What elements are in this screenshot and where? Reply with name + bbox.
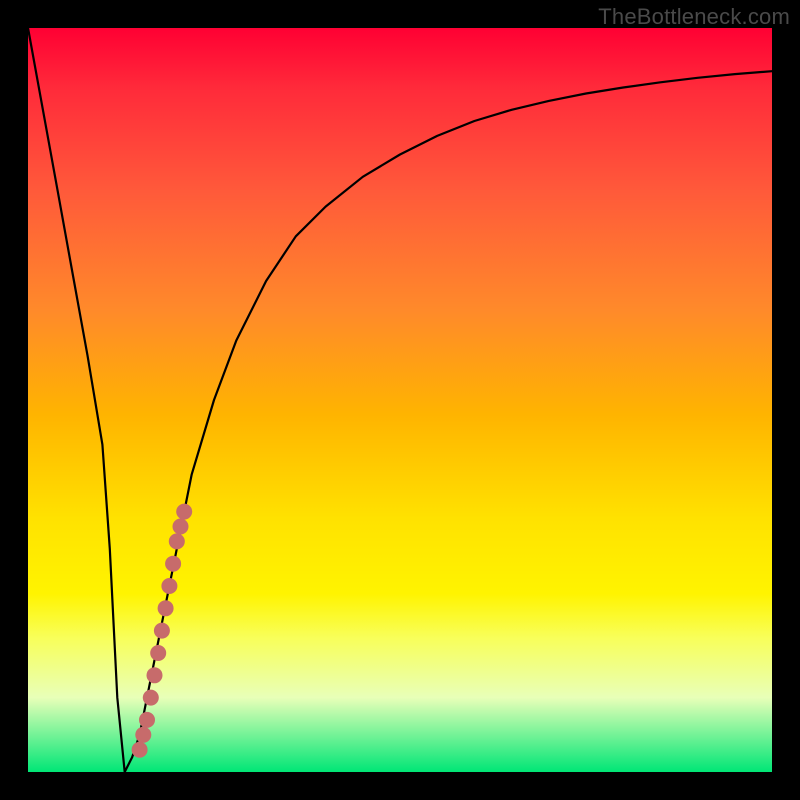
highlight-marker [173, 519, 189, 535]
highlight-marker [143, 690, 159, 706]
highlight-marker [150, 645, 166, 661]
highlight-marker-series [132, 504, 193, 758]
highlight-marker [169, 533, 185, 549]
bottleneck-curve [28, 28, 772, 772]
highlight-marker [161, 578, 177, 594]
highlight-marker [132, 742, 148, 758]
highlight-marker [165, 556, 181, 572]
plot-area [28, 28, 772, 772]
chart-svg [28, 28, 772, 772]
highlight-marker [147, 667, 163, 683]
chart-frame: TheBottleneck.com [0, 0, 800, 800]
highlight-marker [176, 504, 192, 520]
highlight-marker [158, 600, 174, 616]
highlight-marker [154, 623, 170, 639]
highlight-marker [135, 727, 151, 743]
highlight-marker [139, 712, 155, 728]
watermark-text: TheBottleneck.com [598, 4, 790, 30]
